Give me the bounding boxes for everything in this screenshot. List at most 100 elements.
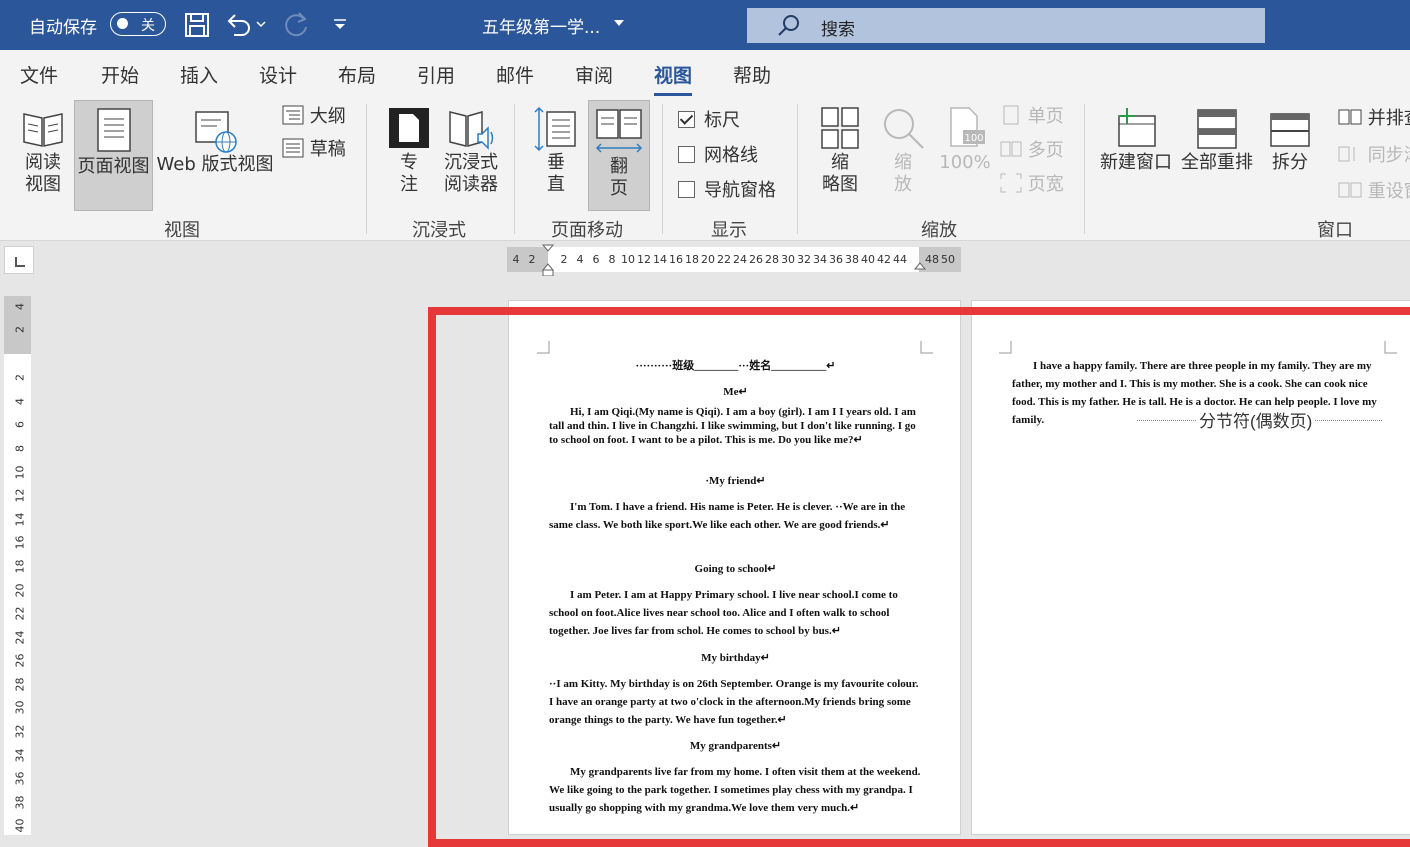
- new-window-label: 新建窗口: [1100, 152, 1172, 173]
- ribbon-tabs: 文件 开始 插入 设计 布局 引用 邮件 审阅 视图 帮助: [0, 50, 1410, 98]
- horizontal-ruler[interactable]: 4 2 2 4 6 8 10 12 14 16 18 20 22 24 26 2…: [507, 244, 961, 276]
- print-layout-label: 页面视图: [77, 156, 150, 177]
- document-title[interactable]: 五年级第一学...: [482, 13, 600, 38]
- zoom-100-icon: 100: [950, 107, 985, 147]
- vertical-scroll-label: 垂 直: [547, 152, 565, 195]
- gridlines-label: 网格线: [704, 145, 758, 166]
- ruler-tick: 4: [13, 398, 27, 405]
- navigation-pane-label: 导航窗格: [704, 180, 776, 201]
- redo-icon[interactable]: [282, 10, 312, 40]
- page-width-button[interactable]: 页宽: [1000, 173, 1064, 196]
- gridlines-checkbox[interactable]: 网格线: [678, 141, 758, 167]
- zoom-100-button[interactable]: 100 100%: [936, 106, 994, 210]
- undo-dropdown-icon[interactable]: [254, 14, 268, 34]
- ruler-tick: 28: [13, 677, 27, 692]
- draft-icon: [282, 138, 304, 158]
- navigation-pane-checkbox[interactable]: 导航窗格: [678, 176, 776, 202]
- group-separator: [514, 104, 515, 234]
- multiple-pages-icon: [1000, 141, 1022, 157]
- immersive-reader-icon: [449, 111, 494, 150]
- view-side-by-side-label: 并排查: [1367, 108, 1410, 129]
- sync-scroll-label: 同步滚: [1367, 145, 1410, 166]
- save-icon[interactable]: [182, 10, 212, 40]
- print-layout-button[interactable]: 页面视图: [74, 100, 153, 211]
- reset-window-icon: [1338, 182, 1362, 198]
- ruler-tick: 6: [13, 421, 27, 428]
- outline-button[interactable]: 大纲: [282, 105, 346, 128]
- web-layout-button[interactable]: Web 版式视图: [156, 106, 274, 210]
- group-label-view: 视图: [164, 220, 200, 241]
- ruler-checkbox[interactable]: 标尺: [678, 106, 740, 132]
- read-mode-button[interactable]: 阅读 视图: [14, 106, 72, 210]
- one-page-button[interactable]: 单页: [1000, 105, 1064, 128]
- ruler-tick: 38: [13, 795, 27, 810]
- toggle-state: 关: [141, 18, 155, 34]
- tab-references[interactable]: 引用: [417, 61, 455, 88]
- ruler-tick: 50: [941, 253, 955, 266]
- read-mode-label: 阅读 视图: [25, 152, 61, 195]
- thumbnails-label: 缩 略图: [822, 152, 858, 195]
- tab-file[interactable]: 文件: [20, 61, 58, 88]
- navigation-pane-checkbox-box: [678, 181, 695, 198]
- ruler-tick: 2: [13, 326, 27, 333]
- tab-selector[interactable]: [4, 246, 34, 274]
- draft-label: 草稿: [309, 139, 346, 160]
- tab-help[interactable]: 帮助: [733, 61, 771, 88]
- focus-icon: [389, 108, 429, 148]
- tab-insert[interactable]: 插入: [180, 61, 218, 88]
- group-label-zoom: 缩放: [921, 220, 957, 241]
- tab-home[interactable]: 开始: [101, 61, 139, 88]
- vertical-scroll-button[interactable]: 垂 直: [530, 106, 582, 210]
- multiple-pages-button[interactable]: 多页: [1000, 139, 1064, 162]
- new-window-icon: [1118, 108, 1156, 147]
- autosave-toggle[interactable]: 关: [110, 12, 166, 36]
- ruler-tick: 34: [13, 748, 27, 763]
- vertical-ruler[interactable]: 4 2 2 4 6 8 10 12 14 16 18 20 22 24 26 2…: [4, 296, 31, 835]
- tab-layout[interactable]: 布局: [338, 61, 376, 88]
- zoom-button[interactable]: 缩 放: [878, 106, 928, 210]
- ribbon-view: 阅读 视图 页面视图 Web 版式视图 大纲 草稿 视图 专 注 沉浸式 阅读器…: [0, 98, 1410, 241]
- page-width-icon: [1000, 173, 1022, 193]
- search-icon: [778, 15, 799, 36]
- tab-design[interactable]: 设计: [259, 61, 297, 88]
- print-layout-icon: [96, 108, 131, 152]
- ruler-tick: 20: [13, 583, 27, 598]
- split-button[interactable]: 拆分: [1262, 106, 1318, 210]
- sync-scroll-button[interactable]: 同步滚: [1338, 144, 1410, 167]
- undo-icon[interactable]: [224, 10, 254, 40]
- draft-button[interactable]: 草稿: [282, 138, 346, 161]
- thumbnails-button[interactable]: 缩 略图: [815, 106, 865, 210]
- view-side-by-side-button[interactable]: 并排查: [1338, 107, 1410, 130]
- outline-label: 大纲: [309, 106, 346, 127]
- right-indent-marker[interactable]: [914, 262, 926, 274]
- tab-mailings[interactable]: 邮件: [496, 61, 534, 88]
- tab-review[interactable]: 审阅: [575, 61, 613, 88]
- tab-view[interactable]: 视图: [654, 61, 693, 96]
- view-side-by-side-icon: [1338, 109, 1362, 125]
- search-placeholder: 搜索: [821, 20, 855, 40]
- thumbnails-icon: [821, 107, 859, 149]
- reset-window-label: 重设窗: [1367, 181, 1410, 202]
- ruler-tick: 26: [13, 653, 27, 668]
- ruler-tick: 2: [13, 374, 27, 381]
- title-dropdown-icon[interactable]: [614, 20, 624, 26]
- web-layout-icon: [195, 111, 237, 153]
- immersive-reader-button[interactable]: 沉浸式 阅读器: [440, 106, 502, 210]
- search-box[interactable]: 搜索: [747, 8, 1265, 43]
- ruler-tick: 44: [893, 253, 907, 266]
- ruler-tick: 12: [13, 488, 27, 503]
- group-label-window: 窗口: [1317, 220, 1353, 241]
- arrange-all-button[interactable]: 全部重排: [1180, 106, 1254, 210]
- arrange-all-icon: [1197, 109, 1237, 149]
- side-to-side-button[interactable]: 翻 页: [588, 100, 650, 211]
- ruler-tick: 40: [13, 818, 27, 833]
- new-window-button[interactable]: 新建窗口: [1098, 106, 1174, 210]
- ruler-tick: 2: [528, 253, 536, 266]
- focus-button[interactable]: 专 注: [386, 106, 432, 210]
- group-separator: [1084, 104, 1085, 234]
- ruler-tick: 32: [13, 724, 27, 739]
- indent-marker[interactable]: [542, 244, 554, 276]
- reset-window-button[interactable]: 重设窗: [1338, 180, 1410, 203]
- customize-toolbar-icon[interactable]: [330, 14, 350, 34]
- ruler-tick: 10: [13, 465, 27, 480]
